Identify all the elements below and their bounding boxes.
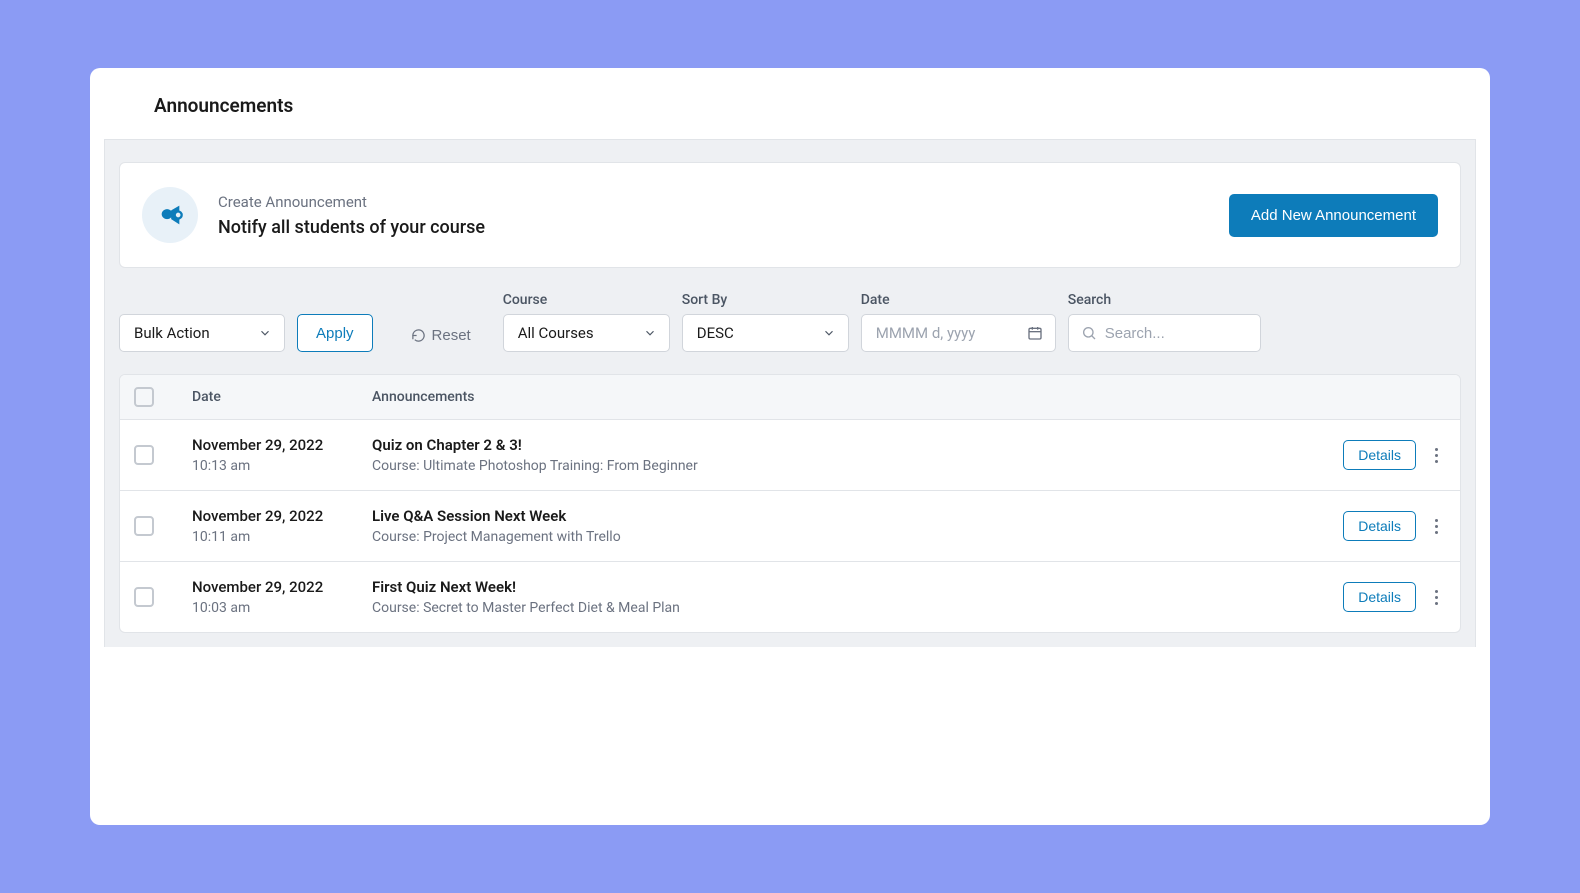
row-actions: Details xyxy=(1343,582,1446,612)
row-checkbox[interactable] xyxy=(134,587,154,607)
sort-filter-label: Sort By xyxy=(682,292,849,308)
sort-select[interactable]: DESC xyxy=(682,314,849,352)
select-all-checkbox[interactable] xyxy=(134,387,154,407)
row-time: 10:03 am xyxy=(192,600,372,616)
more-actions-icon[interactable] xyxy=(1426,583,1446,611)
course-filter-group: Course All Courses xyxy=(503,292,670,352)
row-announcement-col: Live Q&A Session Next Week Course: Proje… xyxy=(372,507,1343,545)
search-filter-label: Search xyxy=(1068,292,1261,308)
more-actions-icon[interactable] xyxy=(1426,512,1446,540)
bulk-action-value: Bulk Action xyxy=(120,324,284,342)
course-filter-label: Course xyxy=(503,292,670,308)
course-select[interactable]: All Courses xyxy=(503,314,670,352)
row-date-col: November 29, 2022 10:03 am xyxy=(192,578,372,616)
sort-select-value: DESC xyxy=(683,324,848,342)
reset-label: Reset xyxy=(432,327,471,344)
announcement-course: Course: Project Management with Trello xyxy=(372,529,1343,545)
megaphone-icon xyxy=(156,201,184,229)
row-checkbox[interactable] xyxy=(134,445,154,465)
row-announcement-col: Quiz on Chapter 2 & 3! Course: Ultimate … xyxy=(372,436,1343,474)
megaphone-icon-wrap xyxy=(142,187,198,243)
row-actions: Details xyxy=(1343,511,1446,541)
table-row: November 29, 2022 10:11 am Live Q&A Sess… xyxy=(120,491,1460,562)
add-new-announcement-button[interactable]: Add New Announcement xyxy=(1229,194,1438,237)
row-date: November 29, 2022 xyxy=(192,436,372,454)
row-date: November 29, 2022 xyxy=(192,507,372,525)
row-time: 10:11 am xyxy=(192,529,372,545)
reset-button[interactable]: Reset xyxy=(401,319,481,352)
search-filter-group: Search xyxy=(1068,292,1261,352)
announcement-course: Course: Ultimate Photoshop Training: Fro… xyxy=(372,458,1343,474)
date-column-header: Date xyxy=(192,389,372,405)
announcement-course: Course: Secret to Master Perfect Diet & … xyxy=(372,600,1343,616)
content-area: Create Announcement Notify all students … xyxy=(104,139,1476,647)
page-header: Announcements xyxy=(90,68,1490,139)
bulk-action-select[interactable]: Bulk Action xyxy=(119,314,285,352)
create-label: Create Announcement xyxy=(218,193,1209,211)
date-input[interactable]: MMMM d, yyyy xyxy=(861,314,1056,352)
sort-filter-group: Sort By DESC xyxy=(682,292,849,352)
row-checkbox[interactable] xyxy=(134,516,154,536)
date-filter-label: Date xyxy=(861,292,1056,308)
row-date-col: November 29, 2022 10:13 am xyxy=(192,436,372,474)
announcements-table: Date Announcements November 29, 2022 10:… xyxy=(119,374,1461,633)
create-texts: Create Announcement Notify all students … xyxy=(218,193,1209,238)
details-button[interactable]: Details xyxy=(1343,440,1416,470)
filters-row: Bulk Action Apply Reset Course All Cours… xyxy=(119,292,1461,352)
announcement-title: Live Q&A Session Next Week xyxy=(372,507,1343,525)
row-actions: Details xyxy=(1343,440,1446,470)
search-input[interactable] xyxy=(1069,315,1260,351)
apply-button[interactable]: Apply xyxy=(297,314,373,352)
table-row: November 29, 2022 10:03 am First Quiz Ne… xyxy=(120,562,1460,632)
page-title: Announcements xyxy=(154,94,1462,117)
row-time: 10:13 am xyxy=(192,458,372,474)
reset-icon xyxy=(411,328,426,343)
row-announcement-col: First Quiz Next Week! Course: Secret to … xyxy=(372,578,1343,616)
date-filter-group: Date MMMM d, yyyy xyxy=(861,292,1056,352)
more-actions-icon[interactable] xyxy=(1426,441,1446,469)
search-input-wrap xyxy=(1068,314,1261,352)
search-icon xyxy=(1081,325,1097,341)
row-date-col: November 29, 2022 10:11 am xyxy=(192,507,372,545)
table-header: Date Announcements xyxy=(120,375,1460,420)
announcement-title: First Quiz Next Week! xyxy=(372,578,1343,596)
create-subtitle: Notify all students of your course xyxy=(218,217,1209,238)
calendar-icon xyxy=(1027,325,1043,341)
details-button[interactable]: Details xyxy=(1343,511,1416,541)
announcements-column-header: Announcements xyxy=(372,389,474,405)
course-select-value: All Courses xyxy=(504,324,669,342)
details-button[interactable]: Details xyxy=(1343,582,1416,612)
app-window: Announcements Create Announcement Notify… xyxy=(90,68,1490,825)
announcement-title: Quiz on Chapter 2 & 3! xyxy=(372,436,1343,454)
row-date: November 29, 2022 xyxy=(192,578,372,596)
create-announcement-card: Create Announcement Notify all students … xyxy=(119,162,1461,268)
table-row: November 29, 2022 10:13 am Quiz on Chapt… xyxy=(120,420,1460,491)
